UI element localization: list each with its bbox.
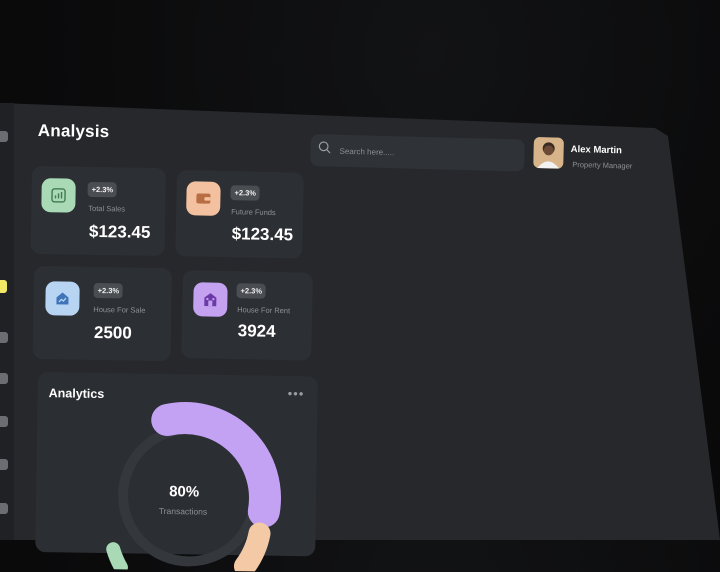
wallet-icon: [186, 181, 221, 216]
card-value: 3924: [238, 321, 276, 342]
search-input[interactable]: [337, 142, 521, 165]
stat-card-house-for-rent[interactable]: +2.3% House For Rent 3924: [181, 270, 313, 361]
analytics-title: Analytics: [49, 386, 105, 401]
search-bar[interactable]: [310, 134, 525, 172]
stat-card-future-funds[interactable]: +2.3% Future Funds $123.45: [175, 170, 304, 259]
stat-card-house-for-sale[interactable]: +2.3% House For Sale 2500: [33, 266, 172, 361]
analytics-card: Analytics ••• 80% Transactions: [35, 372, 318, 556]
donut-label: Transactions: [159, 506, 207, 517]
chart-icon: [41, 178, 76, 213]
user-role: Property Manager: [572, 160, 632, 171]
sidebar-menu-icon[interactable]: [0, 131, 8, 142]
card-label: Future Funds: [231, 207, 276, 217]
house-trend-icon: [45, 281, 80, 316]
card-label: House For Sale: [93, 305, 145, 315]
growth-badge: +2.3%: [230, 185, 260, 201]
page-title: Analysis: [38, 121, 110, 142]
card-value: 2500: [94, 323, 132, 344]
sidebar-message-icon[interactable]: [0, 459, 8, 470]
sidebar: [0, 103, 14, 540]
avatar[interactable]: [533, 137, 564, 169]
sidebar-bookmark-icon[interactable]: [0, 416, 8, 427]
card-value: $123.45: [89, 222, 151, 243]
sidebar-dashboard-icon[interactable]: [0, 280, 7, 293]
building-icon: [193, 282, 228, 317]
donut-segment-secondary: [245, 533, 260, 566]
stat-card-total-sales[interactable]: +2.3% Total Sales $123.45: [31, 166, 166, 256]
user-name: Alex Martin: [571, 144, 622, 156]
more-options-icon[interactable]: •••: [288, 386, 305, 401]
sidebar-settings-icon[interactable]: [0, 503, 8, 514]
growth-badge: +2.3%: [88, 182, 118, 197]
growth-badge: +2.3%: [236, 283, 266, 299]
card-label: House For Rent: [237, 305, 290, 315]
sidebar-wallet-icon[interactable]: [0, 373, 8, 384]
card-value: $123.45: [231, 224, 293, 245]
growth-badge: +2.3%: [94, 283, 124, 298]
sidebar-analytics-icon[interactable]: [0, 332, 8, 343]
search-icon: [317, 140, 331, 154]
donut-segment-tertiary: [113, 549, 121, 567]
card-label: Total Sales: [88, 204, 125, 214]
donut-percentage: 80%: [169, 483, 199, 500]
